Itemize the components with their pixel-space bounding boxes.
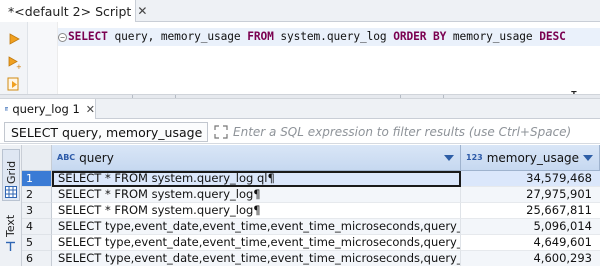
close-tab-icon[interactable]: ✕ xyxy=(137,4,147,18)
column-header-query[interactable]: ABC query xyxy=(52,145,461,171)
execute-statement-icon[interactable] xyxy=(7,32,21,46)
string-type-icon: ABC xyxy=(57,153,76,162)
table-row[interactable]: 5 SELECT type,event_date,event_time,event… xyxy=(22,235,600,251)
view-mode-tabs: Grid Text xyxy=(0,145,22,266)
sql-text: query, memory_usage xyxy=(107,30,248,43)
close-results-tab-icon[interactable]: ✕ xyxy=(86,103,95,116)
grid-view-label: Grid xyxy=(5,160,18,184)
sql-editor[interactable]: − SELECT query, memory_usage FROM system… xyxy=(28,22,600,105)
results-grid: ABC query 123 memory_usage 1 SELECT * FRO… xyxy=(22,145,600,266)
editor-tab-bar: *<default 2> Script ✕ xyxy=(0,0,600,22)
cell-query[interactable]: SELECT type,event_date,event_time,event_… xyxy=(52,235,461,251)
execute-in-new-tab-icon[interactable]: + xyxy=(7,55,21,69)
sql-keyword: DESC xyxy=(539,30,566,43)
splitter-grip-left[interactable] xyxy=(132,95,176,98)
cell-memory-usage[interactable]: 27,975,901 xyxy=(461,187,600,203)
sql-keyword: SELECT xyxy=(68,30,108,43)
numeric-type-icon: 123 xyxy=(466,153,483,162)
table-row[interactable]: 6 SELECT type,event_date,event_time,event… xyxy=(22,251,600,266)
execute-script-icon[interactable] xyxy=(7,77,21,91)
cell-query[interactable]: SELECT * FROM system.query_log ql¶ xyxy=(52,171,461,187)
row-number[interactable]: 6 xyxy=(22,251,52,266)
table-row[interactable]: 4 SELECT type,event_date,event_time,event… xyxy=(22,219,600,235)
row-number[interactable]: 2 xyxy=(22,187,52,203)
text-view-label: Text xyxy=(4,214,17,237)
row-number[interactable]: 3 xyxy=(22,203,52,219)
row-number[interactable]: 5 xyxy=(22,235,52,251)
svg-text:+: + xyxy=(16,63,21,69)
sql-text-line[interactable]: SELECT query, memory_usage FROM system.q… xyxy=(68,30,566,43)
text-view-icon xyxy=(6,241,15,251)
script-tab-title: *<default 2> Script xyxy=(8,3,132,19)
table-row[interactable]: 3 SELECT * FROM system.query_log¶ 25,667,8… xyxy=(22,203,600,219)
column-name-memory-usage: memory_usage xyxy=(486,150,580,165)
grid-corner[interactable] xyxy=(22,145,52,171)
text-view-tab[interactable]: Text xyxy=(2,207,20,265)
grid-view-icon xyxy=(5,186,17,198)
cell-query[interactable]: SELECT * FROM system.query_log¶ xyxy=(52,203,461,219)
expand-filter-icon[interactable] xyxy=(213,124,229,140)
results-tab[interactable]: query_log 1 ✕ xyxy=(0,99,96,119)
splitter-grip-right[interactable] xyxy=(400,95,444,98)
filter-bar: SELECT query, memory_usage FR( Enter a S… xyxy=(0,120,600,144)
cell-memory-usage[interactable]: 5,096,014 xyxy=(461,219,600,235)
filter-placeholder: Enter a SQL expression to filter results… xyxy=(233,125,572,139)
sort-filter-arrow-icon[interactable] xyxy=(444,155,454,161)
cell-query[interactable]: SELECT type,event_date,event_time,event_… xyxy=(52,219,461,235)
cell-memory-usage[interactable]: 34,579,468 xyxy=(461,171,600,187)
sql-keyword: ORDER BY xyxy=(393,30,447,43)
editor-gutter xyxy=(28,22,58,94)
sql-text: system.query_log xyxy=(273,30,394,43)
fold-marker-icon[interactable]: − xyxy=(58,33,67,42)
table-icon xyxy=(5,107,9,111)
filter-expression-input[interactable]: Enter a SQL expression to filter results… xyxy=(233,122,595,142)
cell-memory-usage[interactable]: 4,600,293 xyxy=(461,251,600,266)
row-number[interactable]: 1 xyxy=(22,171,52,187)
sort-filter-arrow-icon[interactable] xyxy=(583,155,593,161)
row-number[interactable]: 4 xyxy=(22,219,52,235)
cell-query[interactable]: SELECT type,event_date,event_time,event_… xyxy=(52,251,461,266)
cell-memory-usage[interactable]: 4,649,601 xyxy=(461,235,600,251)
grid-view-tab[interactable]: Grid xyxy=(2,149,20,201)
script-tab[interactable]: *<default 2> Script ✕ xyxy=(0,0,147,22)
results-tab-title: query_log 1 xyxy=(12,102,80,116)
cell-query[interactable]: SELECT * FROM system.query_log¶ xyxy=(52,187,461,203)
column-header-memory-usage[interactable]: 123 memory_usage xyxy=(461,145,600,171)
cell-memory-usage[interactable]: 25,667,811 xyxy=(461,203,600,219)
table-row[interactable]: 1 SELECT * FROM system.query_log ql¶ 34,57… xyxy=(22,171,600,187)
sql-keyword: FROM xyxy=(247,30,274,43)
execute-toolbar: + xyxy=(0,22,28,94)
results-tab-bar: query_log 1 ✕ xyxy=(0,99,600,119)
table-row[interactable]: 2 SELECT * FROM system.query_log¶ 27,975,9… xyxy=(22,187,600,203)
column-name-query: query xyxy=(79,150,114,165)
query-source-box[interactable]: SELECT query, memory_usage FR( xyxy=(4,122,208,142)
query-source-text: SELECT query, memory_usage FR( xyxy=(11,124,208,140)
sql-text: memory_usage xyxy=(446,30,540,43)
